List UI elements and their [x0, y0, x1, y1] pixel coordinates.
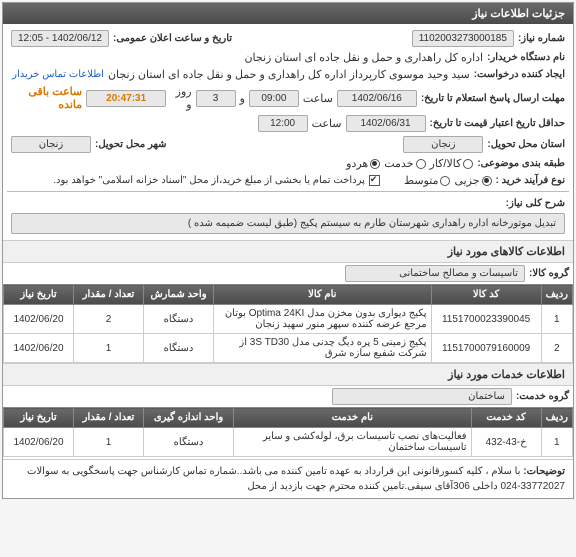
goods-group-label: گروه کالا: [529, 268, 569, 279]
days-sep: و [240, 92, 245, 105]
desc-value: تبدیل موتورخانه اداره راهداری شهرستان طا… [11, 213, 565, 234]
radio-part: جزیی [454, 174, 491, 187]
col-date: تاریخ نیاز [4, 285, 74, 305]
table-row: 1 1151700023390045 پکیج دیواری بدون مخزن… [4, 305, 573, 334]
col-unit: واحد شمارش [144, 285, 214, 305]
goods-section-title: اطلاعات کالاهای مورد نیاز [3, 240, 573, 263]
validity-date: 1402/06/31 [346, 115, 426, 132]
validity-time: 12:00 [258, 115, 308, 132]
pay-note: پرداخت تمام یا بخشی از مبلغ خرید،از محل … [53, 175, 365, 186]
radio-service: خدمت [384, 157, 425, 170]
services-group-label: گروه خدمت: [516, 391, 569, 402]
scol-date: تاریخ نیاز [4, 408, 74, 428]
deadline-time: 09:00 [249, 90, 299, 107]
city-value: زنجان [11, 136, 91, 153]
scol-name: نام خدمت [234, 408, 472, 428]
buyer-org-value: اداره کل راهداری و حمل و نقل جاده ای است… [244, 51, 483, 64]
goods-group-value: تاسیسات و مصالح ساختمانی [345, 265, 525, 282]
table-row: 2 1151700079160009 پکیج زمینی 5 پره دیگ … [4, 334, 573, 363]
scol-code: کد خدمت [471, 408, 541, 428]
announce-value: 1402/06/12 - 12:05 [11, 30, 109, 47]
announce-label: تاریخ و ساعت اعلان عمومی: [113, 33, 232, 44]
days-value: 3 [196, 90, 236, 107]
col-qty: تعداد / مقدار [74, 285, 144, 305]
advice-label: توضیحات: [523, 466, 565, 477]
goods-table: ردیف کد کالا نام کالا واحد شمارش تعداد /… [3, 284, 573, 363]
category-label: طبقه بندی موضوعی: [477, 158, 565, 169]
services-group-value: ساختمان [332, 388, 512, 405]
hour-label-2: ساعت [312, 117, 342, 130]
requester-value: سید وحید موسوی کارپرداز اداره کل راهداری… [108, 68, 470, 81]
col-name: نام کالا [214, 285, 432, 305]
buyer-org-label: نام دستگاه خریدار: [487, 52, 565, 63]
deadline-label: مهلت ارسال پاسخ استعلام تا تاریخ: [421, 93, 565, 104]
countdown: 20:47:31 [86, 90, 166, 107]
deadline-date: 1402/06/16 [337, 90, 417, 107]
contact-link[interactable]: اطلاعات تماس خریدار [12, 69, 104, 80]
radio-mid: متوسط [404, 174, 451, 187]
province-value: زنجان [403, 136, 483, 153]
col-row: ردیف [541, 285, 572, 305]
services-table: ردیف کد خدمت نام خدمت واحد اندازه گیری ت… [3, 407, 573, 457]
process-label: نوع فرآیند خرید : [496, 175, 565, 186]
scol-row: ردیف [541, 408, 572, 428]
days-suffix: روز و [170, 85, 191, 111]
countdown-suffix: ساعت باقی مانده [11, 85, 82, 111]
requester-label: ایجاد کننده درخواست: [474, 69, 565, 80]
need-no-label: شماره نیاز: [518, 33, 565, 44]
radio-goods: کالا/کار [430, 157, 474, 170]
services-section-title: اطلاعات خدمات مورد نیاز [3, 363, 573, 386]
table-row: 1 خ-43-432 فعالیت‌های نصب تاسیسات برق، ل… [4, 428, 573, 457]
scol-unit: واحد اندازه گیری [144, 408, 234, 428]
panel-header: جزئیات اطلاعات نیاز [3, 3, 573, 24]
advice-text: با سلام ، کلیه کسورقانونی این قرارداد به… [27, 466, 565, 492]
treasury-check [369, 175, 380, 186]
city-label: شهر محل تحویل: [95, 139, 167, 150]
scol-qty: تعداد / مقدار [74, 408, 144, 428]
desc-label: شرح کلی نیاز: [506, 198, 565, 209]
radio-both: هردو [346, 157, 380, 170]
col-code: کد کالا [431, 285, 541, 305]
hour-label-1: ساعت [303, 92, 333, 105]
province-label: استان محل تحویل: [487, 139, 565, 150]
need-no-value: 1102003273000185 [412, 30, 514, 47]
validity-label: حداقل تاریخ اعتبار قیمت تا تاریخ: [430, 118, 565, 129]
